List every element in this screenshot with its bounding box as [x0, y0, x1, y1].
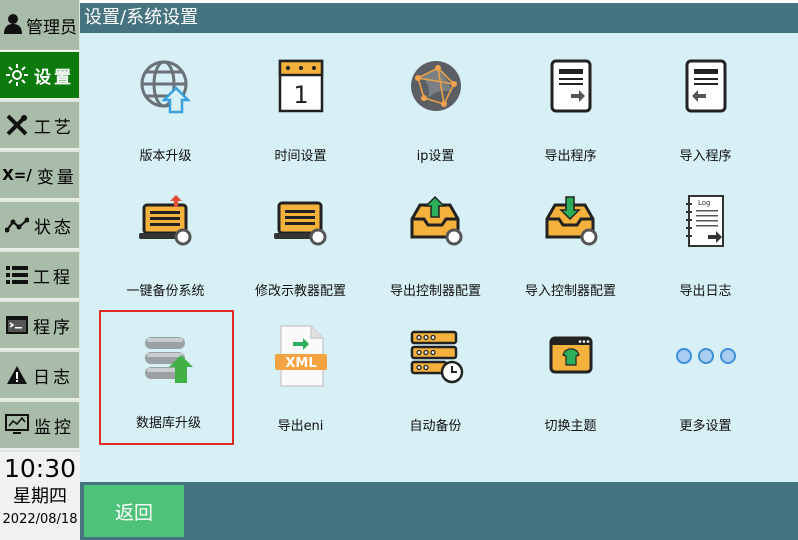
tile-import-controller-config[interactable]: 导入控制器配置: [503, 178, 638, 313]
user-label: 管理员: [26, 17, 77, 38]
tile-label: 导出eni: [277, 419, 324, 434]
calendar-icon: 1: [233, 51, 368, 121]
xml-text: XML: [285, 356, 316, 371]
tile-more-settings[interactable]: 更多设置: [638, 313, 773, 448]
nav-item-project[interactable]: 工程: [0, 252, 79, 300]
server-clock-icon: [368, 321, 503, 391]
tile-ip-settings[interactable]: ip设置: [368, 43, 503, 178]
tile-label: 修改示教器配置: [254, 284, 346, 299]
database-upgrade-icon: [101, 324, 236, 394]
tile-export-eni[interactable]: XML 导出eni: [233, 313, 368, 448]
nav-label: 设置: [34, 67, 74, 88]
tile-label: 时间设置: [274, 149, 327, 164]
nav-label: 监控: [34, 417, 74, 438]
sidebar: 管理员 设置 工艺 X=/ 变量 状态 工程 程序 日志 监控 10:30 星期…: [0, 0, 80, 540]
back-button[interactable]: 返回: [84, 485, 184, 537]
person-icon: [2, 12, 24, 38]
nav-label: 工程: [33, 267, 73, 288]
tray-export-icon: [368, 186, 503, 256]
monitor-icon: [5, 414, 29, 436]
program-icon: [6, 316, 28, 334]
clock: 10:30 星期四 2022/08/18: [0, 452, 80, 540]
nav-item-status[interactable]: 状态: [0, 202, 79, 250]
tile-label: 版本升级: [139, 149, 192, 164]
tile-time-settings[interactable]: 1 时间设置: [233, 43, 368, 178]
variable-icon: X=/: [2, 166, 32, 184]
nav-label: 程序: [33, 317, 73, 338]
log-icon: Log: [638, 186, 773, 256]
clock-time: 10:30: [3, 454, 77, 483]
nav-label: 变量: [36, 167, 77, 188]
tray-import-icon: [503, 186, 638, 256]
laptop-backup-icon: [98, 186, 233, 256]
tile-label: 更多设置: [679, 419, 732, 434]
tile-label: 切换主题: [544, 419, 597, 434]
status-icon: [5, 217, 29, 233]
nav-label: 工艺: [34, 117, 74, 138]
nav-item-log[interactable]: 日志: [0, 352, 79, 400]
log-text: Log: [698, 199, 711, 207]
nav-item-program[interactable]: 程序: [0, 302, 79, 350]
export-program-icon: [503, 51, 638, 121]
tile-database-upgrade[interactable]: 数据库升级: [99, 310, 234, 445]
svg-text:1: 1: [293, 81, 308, 109]
tile-label: 数据库升级: [135, 416, 201, 431]
tile-switch-theme[interactable]: 切换主题: [503, 313, 638, 448]
tile-pendant-config[interactable]: 修改示教器配置: [233, 178, 368, 313]
tile-label: 导出日志: [679, 284, 732, 299]
tile-label: 导出程序: [544, 149, 597, 164]
more-icon: [638, 321, 773, 391]
page-title: 设置/系统设置: [80, 3, 798, 33]
nav-item-variable[interactable]: X=/ 变量: [0, 152, 79, 200]
warning-icon: [6, 365, 28, 385]
user-badge[interactable]: 管理员: [0, 0, 79, 51]
tile-import-program[interactable]: 导入程序: [638, 43, 773, 178]
tile-label: 自动备份: [409, 419, 462, 434]
network-globe-icon: [368, 51, 503, 121]
tile-version-upgrade[interactable]: 版本升级: [98, 43, 233, 178]
nav-item-process[interactable]: 工艺: [0, 102, 79, 150]
tile-label: 导入控制器配置: [524, 284, 616, 299]
list-icon: [6, 265, 28, 285]
tools-icon: [5, 113, 29, 137]
nav-label: 日志: [33, 367, 73, 388]
import-program-icon: [638, 51, 773, 121]
tile-one-click-backup[interactable]: 一键备份系统: [98, 178, 233, 313]
nav-item-settings[interactable]: 设置: [0, 52, 79, 100]
laptop-config-icon: [233, 186, 368, 256]
tile-export-controller-config[interactable]: 导出控制器配置: [368, 178, 503, 313]
tile-label: ip设置: [416, 149, 455, 164]
tile-label: 导出控制器配置: [389, 284, 481, 299]
tile-export-log[interactable]: Log 导出日志: [638, 178, 773, 313]
nav-item-monitor[interactable]: 监控: [0, 402, 79, 450]
settings-grid: 版本升级 1 时间设置 ip设置 导出程序 导入程序 一键备份系统 修改示教器配…: [80, 33, 798, 482]
nav-label: 状态: [34, 217, 74, 238]
tile-auto-backup[interactable]: 自动备份: [368, 313, 503, 448]
tile-export-program[interactable]: 导出程序: [503, 43, 638, 178]
xml-file-icon: XML: [233, 321, 368, 391]
tile-label: 一键备份系统: [126, 284, 205, 299]
footer-bar: 返回: [80, 482, 798, 540]
gear-icon: [5, 63, 29, 87]
globe-upgrade-icon: [98, 51, 233, 121]
tile-label: 导入程序: [679, 149, 732, 164]
clock-weekday: 星期四: [13, 486, 67, 507]
theme-icon: [503, 321, 638, 391]
clock-date: 2022/08/18: [2, 512, 78, 527]
